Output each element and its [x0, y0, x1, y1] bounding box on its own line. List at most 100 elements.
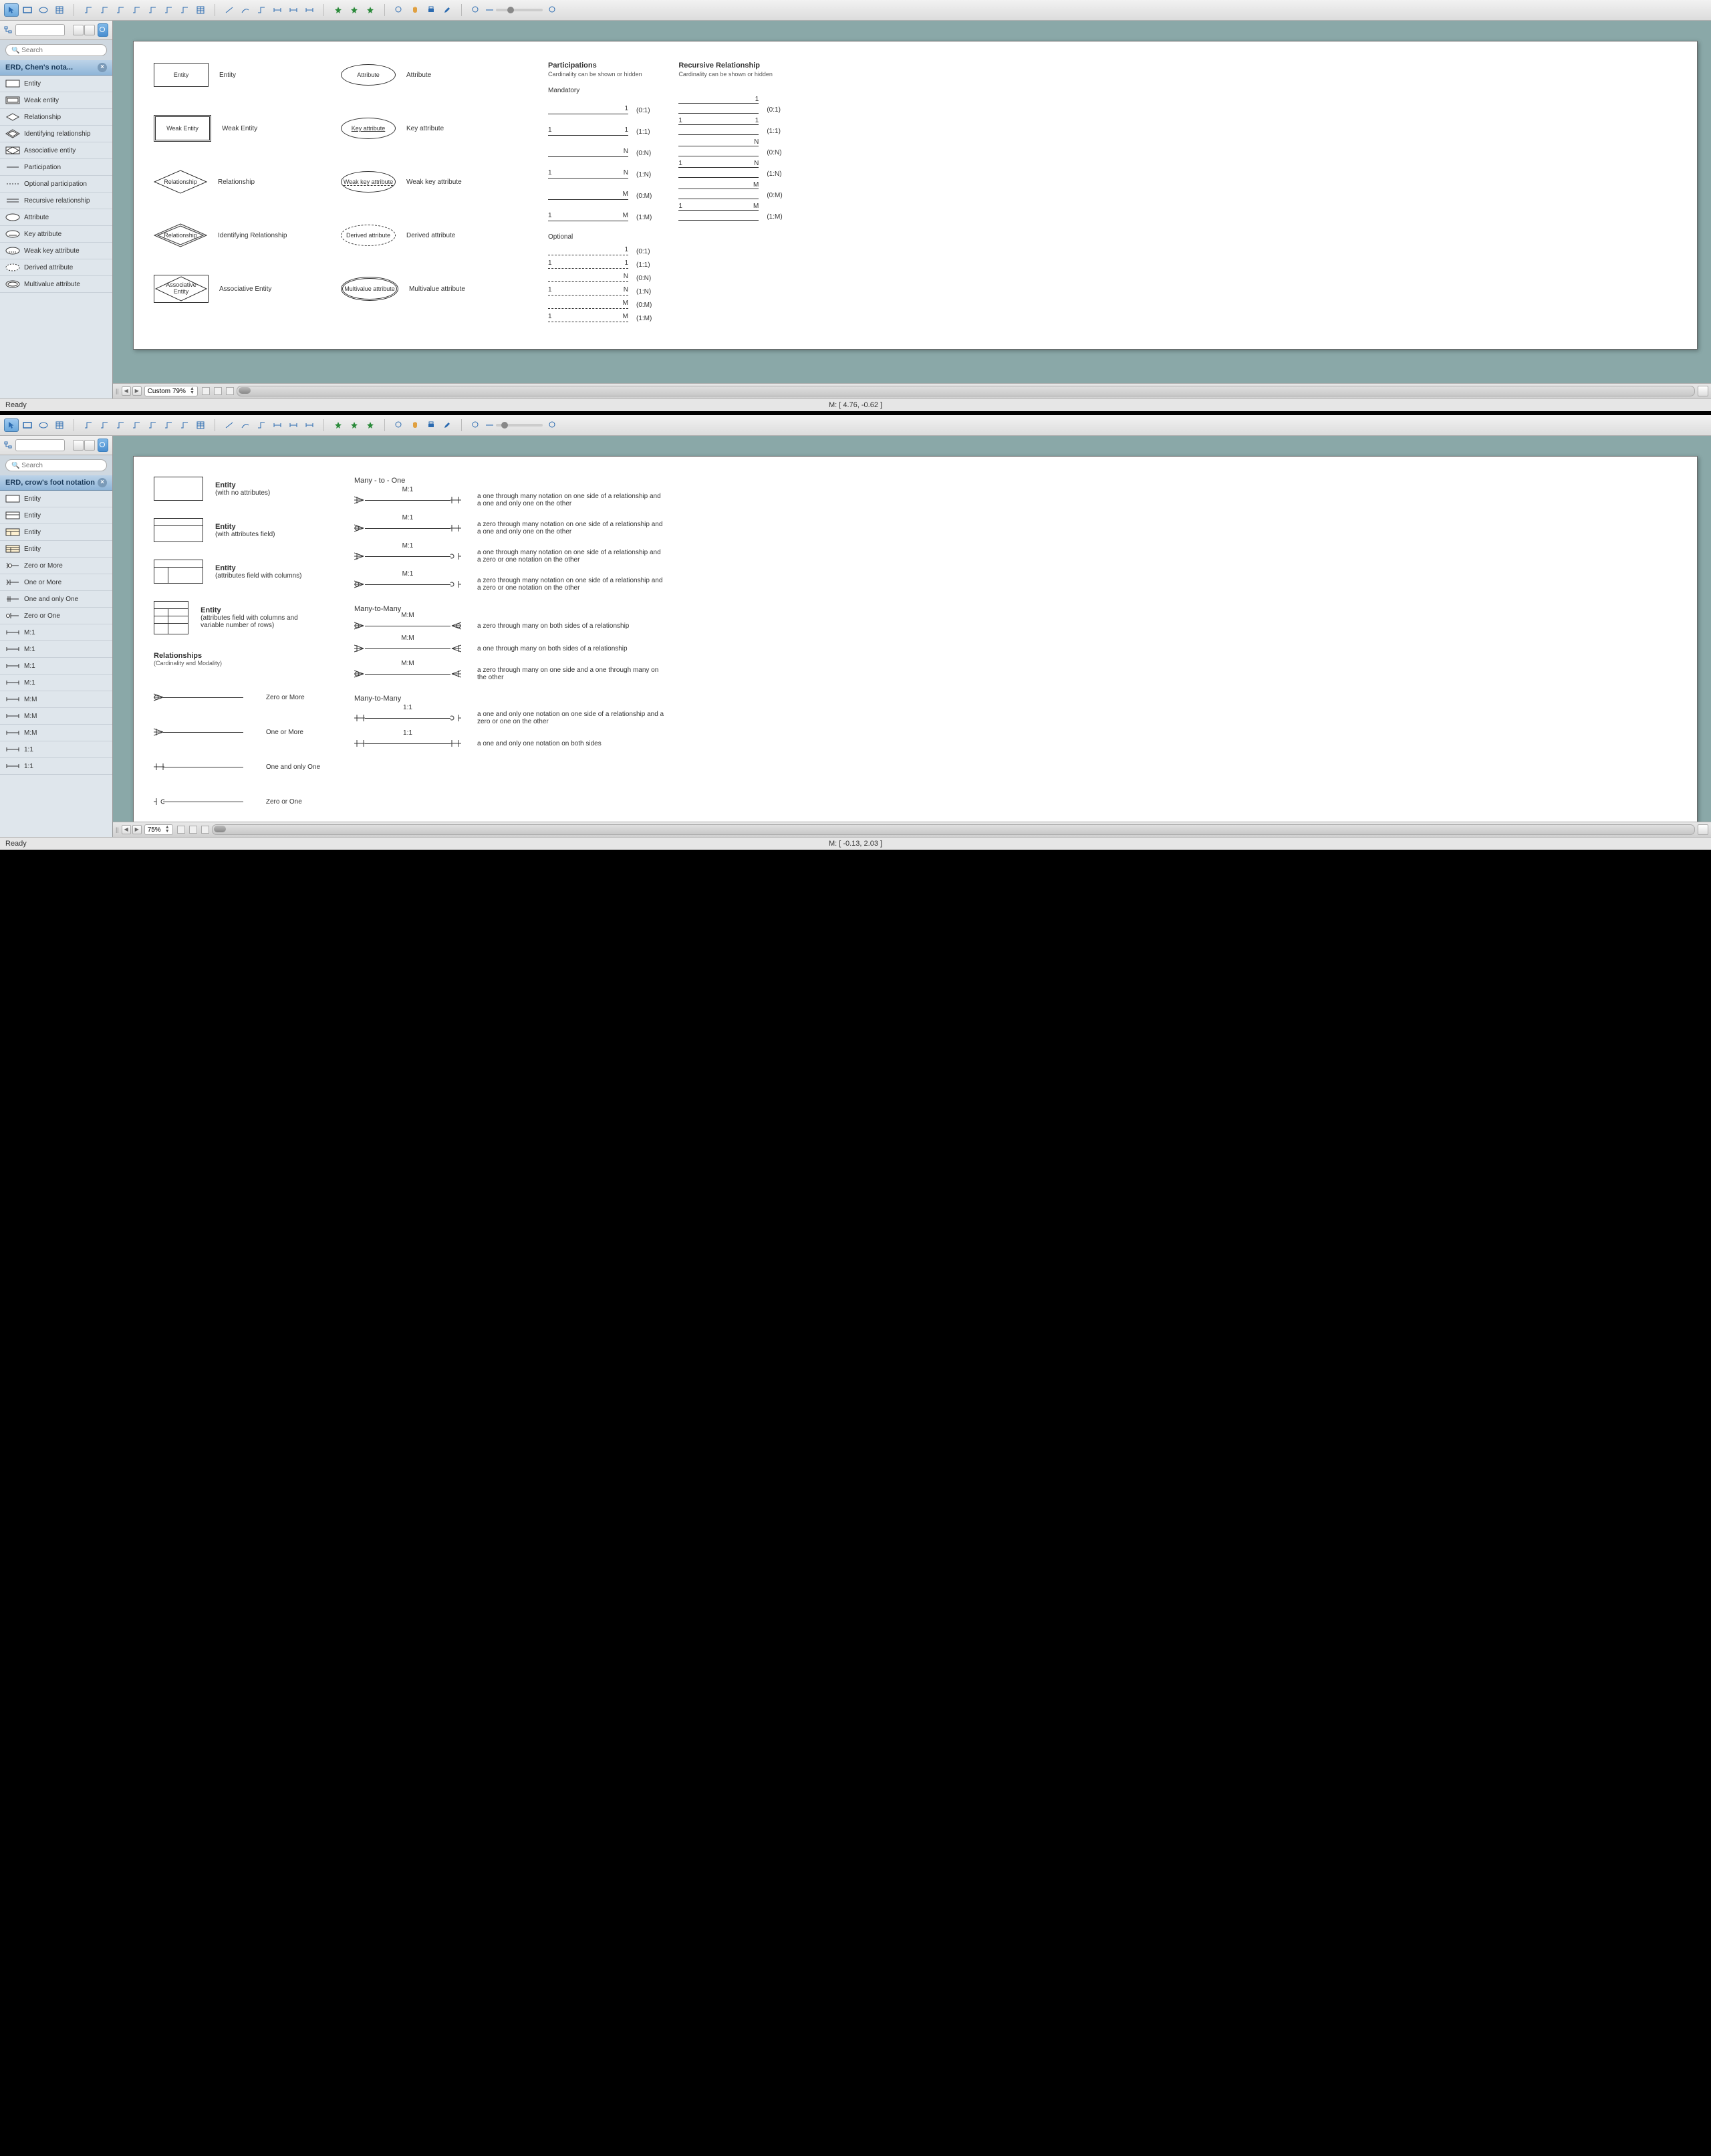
shape-item[interactable]: M:1 — [0, 641, 112, 658]
search-input[interactable] — [5, 459, 107, 471]
participation-line-dashed[interactable]: 1N — [548, 285, 628, 295]
conn5-tool[interactable] — [145, 418, 160, 432]
shape-item[interactable]: Participation — [0, 159, 112, 176]
entity-shape[interactable]: Entity — [154, 63, 209, 87]
conn6-tool[interactable] — [161, 418, 176, 432]
pencil-tool[interactable] — [440, 418, 454, 432]
conn3-tool[interactable] — [113, 418, 128, 432]
recursive-line[interactable]: 1M — [678, 210, 759, 221]
curve-tool[interactable] — [238, 3, 253, 17]
zoom-out-button[interactable] — [469, 418, 483, 432]
chen-canvas[interactable]: EntityEntityWeak EntityWeak EntityRelati… — [133, 41, 1698, 350]
conn4-tool[interactable] — [129, 418, 144, 432]
recursive-line[interactable]: 1N — [678, 167, 759, 178]
shape-item[interactable]: M:1 — [0, 624, 112, 641]
shape-list[interactable]: EntityEntityEntityEntityZero or MoreOne … — [0, 491, 112, 837]
participation-line[interactable]: 1 — [548, 104, 628, 114]
list-view-icon[interactable] — [84, 25, 95, 35]
close-icon[interactable]: × — [98, 63, 107, 72]
shape-item[interactable]: M:M — [0, 691, 112, 708]
star-tool[interactable] — [331, 418, 346, 432]
entity-shape[interactable] — [154, 560, 203, 584]
entity-shape[interactable] — [154, 518, 203, 542]
shape-item[interactable]: Entity — [0, 76, 112, 92]
rect-tool[interactable] — [20, 418, 35, 432]
conn7-tool[interactable] — [177, 418, 192, 432]
ellipse-tool[interactable] — [36, 3, 51, 17]
conn6-tool[interactable] — [161, 3, 176, 17]
entity-shape[interactable] — [154, 601, 188, 634]
participation-line-dashed[interactable]: 1 — [548, 245, 628, 255]
relationship-line[interactable] — [154, 728, 253, 736]
insert-tool[interactable] — [193, 418, 208, 432]
pan-tool[interactable] — [408, 418, 422, 432]
horizontal-scrollbar[interactable] — [212, 824, 1695, 835]
address-box[interactable] — [15, 439, 65, 451]
shape-item[interactable]: Weak entity — [0, 92, 112, 109]
shape-item[interactable]: Recursive relationship — [0, 193, 112, 209]
crow-relationship-line[interactable]: M:1 — [354, 552, 461, 561]
tab-box[interactable] — [189, 826, 197, 834]
close-icon[interactable]: × — [98, 478, 107, 487]
rect-tool[interactable] — [20, 3, 35, 17]
conn5-tool[interactable] — [145, 3, 160, 17]
shape-item[interactable]: Relationship — [0, 109, 112, 126]
star3-tool[interactable] — [363, 3, 378, 17]
conn2-tool[interactable] — [97, 418, 112, 432]
table-tool[interactable] — [52, 3, 67, 17]
dim2-tool[interactable] — [286, 418, 301, 432]
canvas-scroll[interactable]: Entity(with no attributes)Entity(with at… — [113, 436, 1711, 822]
zoom-slider-track[interactable] — [496, 9, 543, 11]
star2-tool[interactable] — [347, 3, 362, 17]
ellipse-tool[interactable] — [36, 418, 51, 432]
search-button[interactable] — [98, 23, 108, 37]
star2-tool[interactable] — [347, 418, 362, 432]
recursive-line[interactable]: M — [678, 189, 759, 199]
address-box[interactable] — [15, 24, 65, 36]
prev-page-button[interactable]: ◀ — [122, 825, 131, 834]
pan-tool[interactable] — [408, 3, 422, 17]
zoom-dropdown[interactable]: 75%▲▼ — [144, 824, 173, 835]
participation-line-dashed[interactable]: 1M — [548, 312, 628, 322]
participation-line[interactable]: 1M — [548, 211, 628, 221]
shape-item[interactable]: One or More — [0, 574, 112, 591]
zoom-out-button[interactable] — [469, 3, 483, 17]
zoom-slider-track[interactable] — [496, 424, 543, 427]
participation-line[interactable]: N — [548, 147, 628, 157]
shape-item[interactable]: M:M — [0, 725, 112, 741]
dim-tool[interactable] — [270, 418, 285, 432]
entity-shape[interactable] — [154, 477, 203, 501]
connector-tool[interactable] — [81, 3, 96, 17]
cursor-tool[interactable] — [4, 3, 19, 17]
shape-item[interactable]: Weak key attribute — [0, 243, 112, 259]
pencil-tool[interactable] — [440, 3, 454, 17]
zoom-in-button[interactable] — [545, 3, 560, 17]
shape-item[interactable]: Associative entity — [0, 142, 112, 159]
tab-box[interactable] — [226, 387, 234, 395]
polyline-tool[interactable] — [254, 3, 269, 17]
next-page-button[interactable]: ▶ — [132, 386, 142, 396]
tab-box[interactable] — [214, 387, 222, 395]
line-tool[interactable] — [222, 3, 237, 17]
shape-item[interactable]: Zero or One — [0, 608, 112, 624]
zoom-in-button[interactable] — [545, 418, 560, 432]
connector-tool[interactable] — [81, 418, 96, 432]
participation-line-dashed[interactable]: 11 — [548, 259, 628, 269]
shape-item[interactable]: Attribute — [0, 209, 112, 226]
attribute-shape[interactable]: Weak key attribute — [341, 171, 396, 193]
search-input[interactable] — [5, 44, 107, 56]
crow-relationship-line[interactable]: M:M — [354, 644, 461, 653]
canvas-scroll[interactable]: EntityEntityWeak EntityWeak EntityRelati… — [113, 21, 1711, 383]
curve-tool[interactable] — [238, 418, 253, 432]
recursive-line[interactable]: 1 — [678, 103, 759, 114]
entity-shape[interactable]: Weak Entity — [154, 115, 211, 142]
table-tool[interactable] — [52, 418, 67, 432]
recursive-line[interactable]: N — [678, 146, 759, 156]
shape-item[interactable]: Identifying relationship — [0, 126, 112, 142]
crow-relationship-line[interactable]: M:1 — [354, 523, 461, 533]
insert-tool[interactable] — [193, 3, 208, 17]
relationship-line[interactable] — [154, 693, 253, 701]
shape-item[interactable]: M:M — [0, 708, 112, 725]
star3-tool[interactable] — [363, 418, 378, 432]
conn3-tool[interactable] — [113, 3, 128, 17]
